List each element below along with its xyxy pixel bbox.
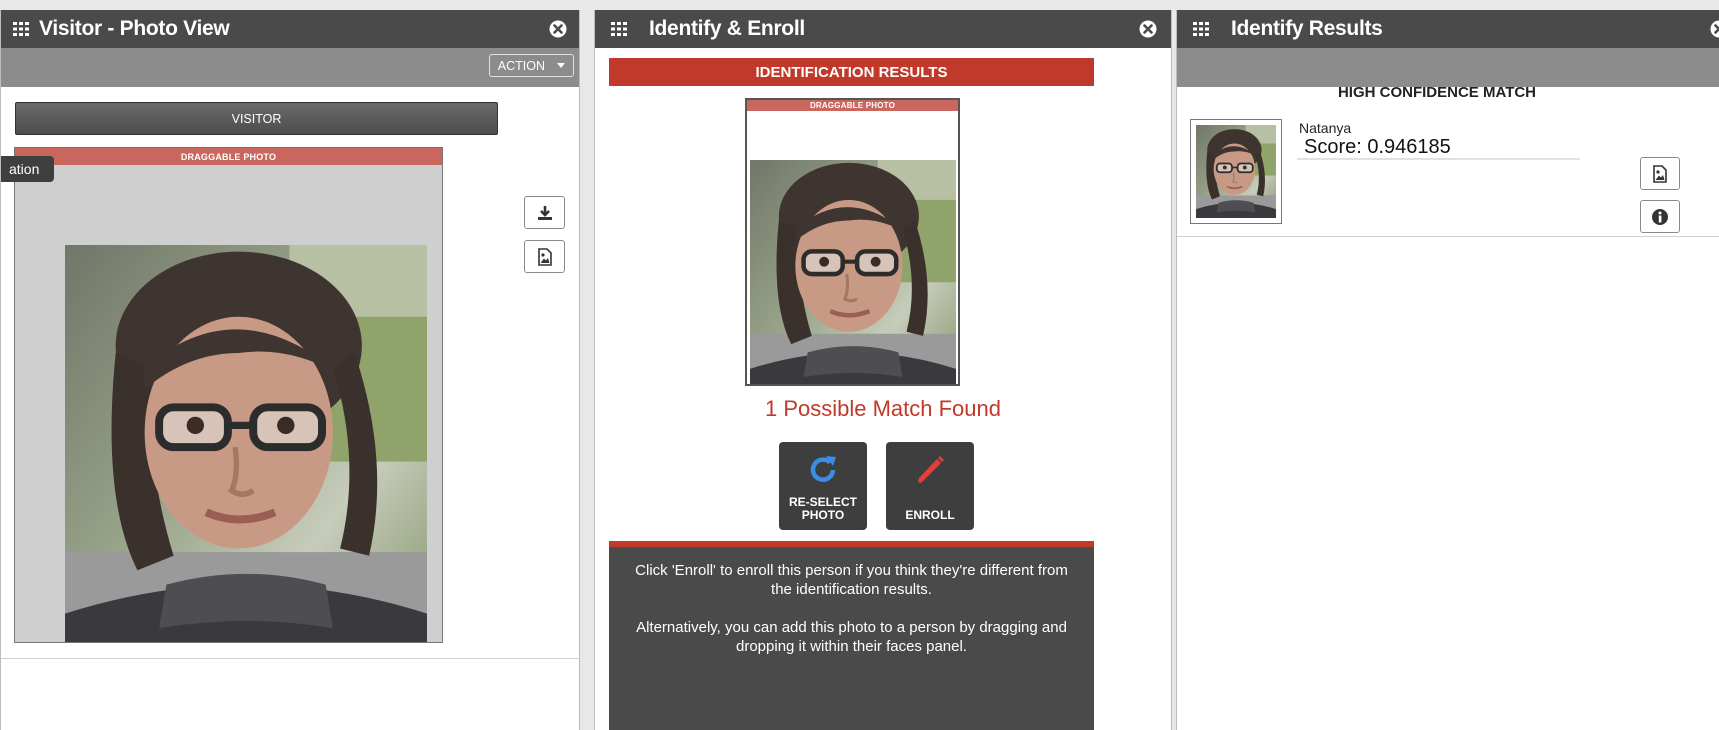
candidate-photo <box>750 160 956 384</box>
visitor-label: VISITOR <box>231 111 282 126</box>
action-dropdown-button[interactable]: ACTION <box>488 54 574 77</box>
match-name: Natanya <box>1299 120 1352 136</box>
reselect-label: RE-SELECT PHOTO <box>779 496 867 522</box>
image-button[interactable] <box>524 240 565 273</box>
match-heading: HIGH CONFIDENCE MATCH <box>1337 84 1537 101</box>
enroll-label: ENROLL <box>905 508 955 522</box>
draggable-photo-label: DRAGGABLE PHOTO <box>15 148 442 165</box>
match-count-text: 1 Possible Match Found <box>764 396 1002 421</box>
info-button[interactable] <box>1640 200 1680 233</box>
refresh-icon <box>810 456 836 482</box>
info-text-2: Alternatively, you can add this photo to… <box>636 619 1067 655</box>
reselect-photo-button[interactable]: RE-SELECT PHOTO <box>779 442 867 530</box>
close-icon[interactable] <box>1139 20 1157 38</box>
panel-header: Identify & Enroll <box>595 10 1171 48</box>
image-icon <box>1653 164 1667 183</box>
draggable-photo-label: DRAGGABLE PHOTO <box>747 100 958 111</box>
reselect-label-line2: PHOTO <box>801 508 845 522</box>
close-icon[interactable] <box>549 20 567 38</box>
visitor-photo <box>65 245 427 642</box>
match-score: Score: 0.946185 <box>1304 136 1451 158</box>
download-icon <box>537 205 552 220</box>
match-photo-image <box>1196 125 1276 218</box>
close-icon[interactable] <box>1710 20 1719 38</box>
download-button[interactable] <box>524 196 565 229</box>
identify-enroll-panel: Identify & Enroll IDENTIFICATION RESULTS… <box>594 10 1172 730</box>
identify-results-panel: Identify Results HIGH CONFIDENCE MATCH N… <box>1176 10 1719 730</box>
info-icon <box>1652 208 1668 225</box>
grid-icon[interactable] <box>1193 22 1209 36</box>
grid-icon[interactable] <box>611 22 627 36</box>
panel-header: Identify Results <box>1177 10 1719 48</box>
image-icon <box>537 247 552 266</box>
caret-down-icon <box>557 63 565 68</box>
draggable-photo[interactable]: DRAGGABLE PHOTO <box>14 147 443 643</box>
info-text-1: Click 'Enroll' to enroll this person if … <box>635 562 1068 598</box>
visitor-photo-view-panel: Visitor - Photo View ACTION VISITOR DRAG… <box>0 10 580 730</box>
action-label: ACTION <box>497 58 545 73</box>
divider <box>1 658 579 659</box>
panel-header: Visitor - Photo View <box>1 10 579 48</box>
pencil-icon <box>918 456 944 483</box>
identification-results-banner: IDENTIFICATION RESULTS <box>609 58 1094 86</box>
enroll-info-box: Click 'Enroll' to enroll this person if … <box>609 541 1094 730</box>
draggable-photo[interactable]: DRAGGABLE PHOTO <box>745 98 960 386</box>
grid-icon[interactable] <box>13 22 29 36</box>
score-bar <box>1297 158 1580 160</box>
divider <box>1177 236 1719 237</box>
visitor-bar[interactable]: VISITOR <box>15 102 498 135</box>
match-photo[interactable] <box>1190 119 1282 224</box>
tooltip-fragment: ation <box>1 156 54 182</box>
panel-title: Identify Results <box>1231 17 1383 40</box>
view-photo-button[interactable] <box>1640 157 1680 190</box>
panel-toolbar: ACTION <box>1 48 579 87</box>
panel-toolbar <box>1177 48 1719 87</box>
panel-title: Visitor - Photo View <box>39 17 230 40</box>
panel-title: Identify & Enroll <box>649 17 805 40</box>
enroll-button[interactable]: ENROLL <box>886 442 974 530</box>
